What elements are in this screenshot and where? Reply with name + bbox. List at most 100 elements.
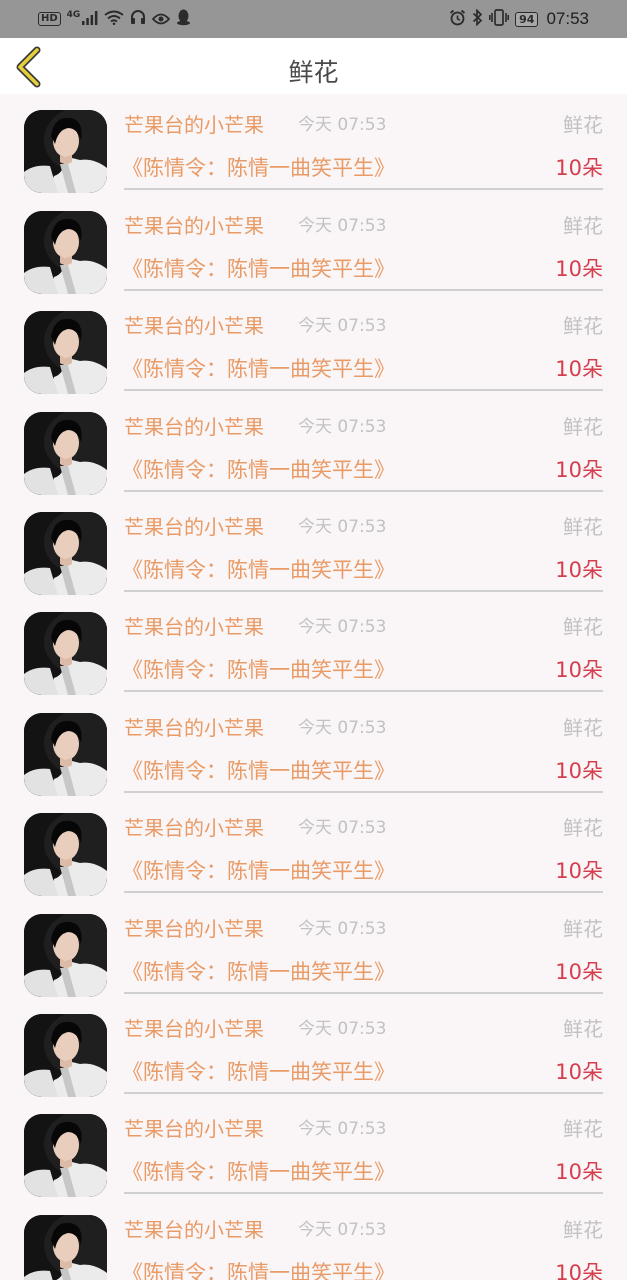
status-bar: HD 4G 94 07:53 xyxy=(0,0,627,38)
qq-icon xyxy=(176,9,191,30)
sender-name[interactable]: 芒果台的小芒果 xyxy=(124,1016,264,1042)
sender-name[interactable]: 芒果台的小芒果 xyxy=(124,614,264,640)
list-item[interactable]: 芒果台的小芒果 今天 07:53 鲜花 《陈情令：陈情一曲笑平生》 10朵 xyxy=(0,503,627,603)
nav-bar: 鲜花 xyxy=(0,38,627,94)
bluetooth-icon xyxy=(472,7,483,30)
avatar xyxy=(24,813,107,897)
gift-count: 10朵 xyxy=(555,1160,603,1185)
send-time: 今天 07:53 xyxy=(298,416,387,437)
page-title: 鲜花 xyxy=(288,58,339,87)
show-title[interactable]: 《陈情令：陈情一曲笑平生》 xyxy=(122,1058,395,1086)
gift-count: 10朵 xyxy=(555,457,603,482)
send-time: 今天 07:53 xyxy=(298,717,387,738)
gift-type: 鲜花 xyxy=(563,1217,603,1242)
send-time: 今天 07:53 xyxy=(298,1119,387,1140)
show-title[interactable]: 《陈情令：陈情一曲笑平生》 xyxy=(122,355,395,383)
gift-type: 鲜花 xyxy=(563,615,603,640)
row-divider xyxy=(124,1091,603,1094)
show-title[interactable]: 《陈情令：陈情一曲笑平生》 xyxy=(122,456,395,484)
gift-type: 鲜花 xyxy=(563,113,603,138)
flower-gift-list[interactable]: 芒果台的小芒果 今天 07:53 鲜花 《陈情令：陈情一曲笑平生》 10朵 芒果… xyxy=(0,94,627,1280)
sender-name[interactable]: 芒果台的小芒果 xyxy=(124,715,264,741)
sender-name[interactable]: 芒果台的小芒果 xyxy=(124,916,264,942)
show-title[interactable]: 《陈情令：陈情一曲笑平生》 xyxy=(122,255,395,283)
list-item[interactable]: 芒果台的小芒果 今天 07:53 鲜花 《陈情令：陈情一曲笑平生》 10朵 xyxy=(0,804,627,904)
list-item[interactable]: 芒果台的小芒果 今天 07:53 鲜花 《陈情令：陈情一曲笑平生》 10朵 xyxy=(0,202,627,302)
gift-count: 10朵 xyxy=(555,156,603,181)
gift-type: 鲜花 xyxy=(563,916,603,941)
row-divider xyxy=(124,188,603,191)
gift-count: 10朵 xyxy=(555,256,603,281)
send-time: 今天 07:53 xyxy=(298,1018,387,1039)
list-content: 芒果台的小芒果 今天 07:53 鲜花 《陈情令：陈情一曲笑平生》 10朵 芒果… xyxy=(0,94,627,1280)
gift-type: 鲜花 xyxy=(563,1016,603,1041)
signal-icon xyxy=(82,10,98,29)
gift-type: 鲜花 xyxy=(563,715,603,740)
sender-name[interactable]: 芒果台的小芒果 xyxy=(124,1116,264,1142)
list-item[interactable]: 芒果台的小芒果 今天 07:53 鲜花 《陈情令：陈情一曲笑平生》 10朵 xyxy=(0,403,627,503)
gift-count: 10朵 xyxy=(555,1059,603,1084)
list-item[interactable]: 芒果台的小芒果 今天 07:53 鲜花 《陈情令：陈情一曲笑平生》 10朵 xyxy=(0,905,627,1005)
list-item[interactable]: 芒果台的小芒果 今天 07:53 鲜花 《陈情令：陈情一曲笑平生》 10朵 xyxy=(0,101,627,201)
row-divider xyxy=(124,389,603,392)
wifi-icon xyxy=(104,10,124,29)
avatar xyxy=(24,612,107,696)
status-bar-right: 94 07:53 xyxy=(449,7,589,30)
list-item[interactable]: 芒果台的小芒果 今天 07:53 鲜花 《陈情令：陈情一曲笑平生》 10朵 xyxy=(0,1105,627,1205)
list-item[interactable]: 芒果台的小芒果 今天 07:53 鲜花 《陈情令：陈情一曲笑平生》 10朵 xyxy=(0,603,627,703)
row-divider xyxy=(124,690,603,693)
row-divider xyxy=(124,589,603,592)
avatar xyxy=(24,1114,107,1198)
list-item[interactable]: 芒果台的小芒果 今天 07:53 鲜花 《陈情令：陈情一曲笑平生》 10朵 xyxy=(0,94,627,101)
eye-icon xyxy=(152,10,171,29)
avatar xyxy=(24,511,107,595)
row-divider xyxy=(124,991,603,994)
show-title[interactable]: 《陈情令：陈情一曲笑平生》 xyxy=(122,1158,395,1186)
avatar xyxy=(24,110,107,194)
sender-name[interactable]: 芒果台的小芒果 xyxy=(124,1217,264,1243)
show-title[interactable]: 《陈情令：陈情一曲笑平生》 xyxy=(122,857,395,885)
sender-name[interactable]: 芒果台的小芒果 xyxy=(124,112,264,138)
hd-icon: HD xyxy=(38,12,61,26)
send-time: 今天 07:53 xyxy=(298,316,387,337)
gift-count: 10朵 xyxy=(555,557,603,582)
gift-count: 10朵 xyxy=(555,959,603,984)
show-title[interactable]: 《陈情令：陈情一曲笑平生》 xyxy=(122,958,395,986)
avatar xyxy=(24,411,107,495)
gift-type: 鲜花 xyxy=(563,314,603,339)
list-item[interactable]: 芒果台的小芒果 今天 07:53 鲜花 《陈情令：陈情一曲笑平生》 10朵 xyxy=(0,704,627,804)
send-time: 今天 07:53 xyxy=(298,115,387,136)
gift-count: 10朵 xyxy=(555,758,603,783)
gift-type: 鲜花 xyxy=(563,514,603,539)
sender-name[interactable]: 芒果台的小芒果 xyxy=(124,213,264,239)
row-divider xyxy=(124,891,603,894)
battery-icon: 94 xyxy=(515,11,539,27)
row-divider xyxy=(124,489,603,492)
sender-name[interactable]: 芒果台的小芒果 xyxy=(124,815,264,841)
show-title[interactable]: 《陈情令：陈情一曲笑平生》 xyxy=(122,154,395,182)
show-title[interactable]: 《陈情令：陈情一曲笑平生》 xyxy=(122,656,395,684)
send-time: 今天 07:53 xyxy=(298,818,387,839)
vibrate-icon xyxy=(489,8,510,30)
sender-name[interactable]: 芒果台的小芒果 xyxy=(124,313,264,339)
avatar xyxy=(24,311,107,395)
show-title[interactable]: 《陈情令：陈情一曲笑平生》 xyxy=(122,556,395,584)
sender-name[interactable]: 芒果台的小芒果 xyxy=(124,414,264,440)
gift-type: 鲜花 xyxy=(563,1117,603,1142)
send-time: 今天 07:53 xyxy=(298,918,387,939)
send-time: 今天 07:53 xyxy=(298,215,387,236)
status-time: 07:53 xyxy=(546,9,589,28)
gift-type: 鲜花 xyxy=(563,213,603,238)
show-title[interactable]: 《陈情令：陈情一曲笑平生》 xyxy=(122,1259,395,1280)
sender-name[interactable]: 芒果台的小芒果 xyxy=(124,514,264,540)
avatar xyxy=(24,913,107,997)
headset-icon xyxy=(130,9,146,29)
alarm-icon xyxy=(449,9,466,30)
list-item[interactable]: 芒果台的小芒果 今天 07:53 鲜花 《陈情令：陈情一曲笑平生》 10朵 xyxy=(0,302,627,402)
gift-count: 10朵 xyxy=(555,1260,603,1280)
gift-type: 鲜花 xyxy=(563,414,603,439)
list-item[interactable]: 芒果台的小芒果 今天 07:53 鲜花 《陈情令：陈情一曲笑平生》 10朵 xyxy=(0,1005,627,1105)
row-divider xyxy=(124,790,603,793)
list-item[interactable]: 芒果台的小芒果 今天 07:53 鲜花 《陈情令：陈情一曲笑平生》 10朵 xyxy=(0,1206,627,1280)
show-title[interactable]: 《陈情令：陈情一曲笑平生》 xyxy=(122,757,395,785)
